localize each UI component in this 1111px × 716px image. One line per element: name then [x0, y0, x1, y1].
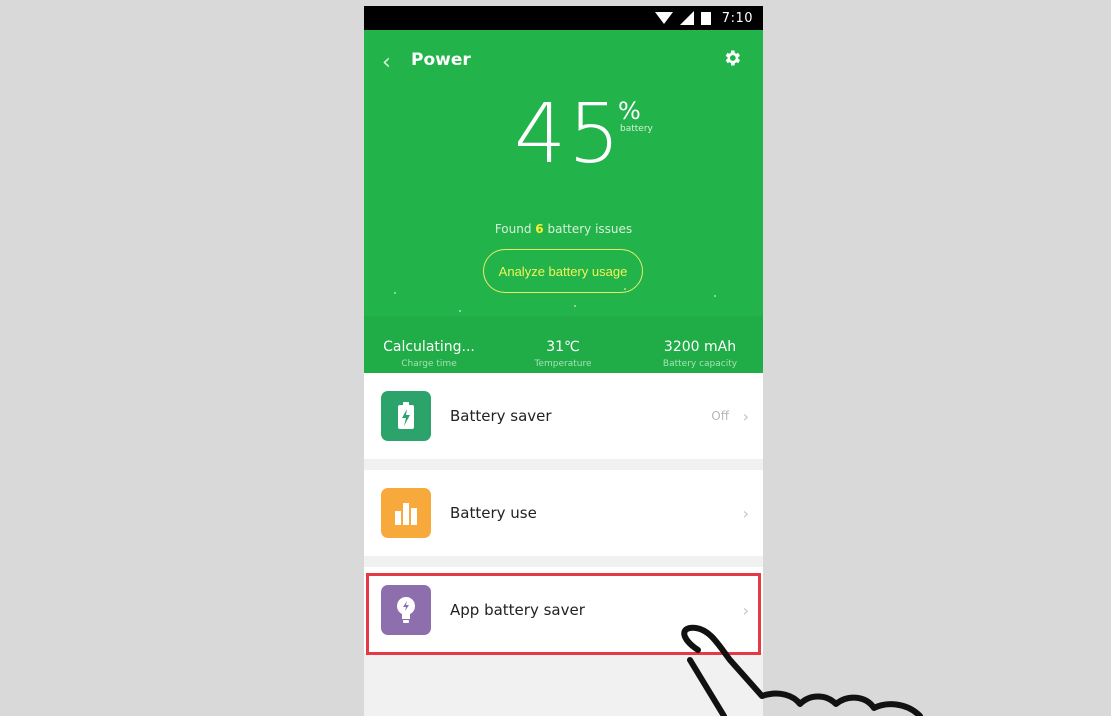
- status-bar: 7:10: [364, 6, 763, 30]
- chevron-right-icon: ›: [742, 503, 749, 523]
- battery-icon: [700, 11, 711, 25]
- percent-sign: %: [618, 97, 641, 125]
- stat-value: 31℃: [546, 339, 580, 355]
- battery-percent-value: 45: [514, 87, 623, 182]
- gear-icon[interactable]: [722, 48, 742, 68]
- stat-value: 3200 mAh: [663, 339, 737, 355]
- page: 7:10 ‹ Power 45 % battery Found 6 batter…: [0, 0, 1111, 716]
- battery-percent: 45 % battery: [514, 94, 664, 184]
- list-item-label: Battery use: [450, 504, 537, 522]
- decor-dot: [459, 310, 461, 312]
- stat-temperature: 31℃ Temperature: [493, 339, 633, 369]
- bar-chart-icon: [381, 488, 431, 538]
- stat-label: Battery capacity: [662, 359, 738, 369]
- issues-prefix: Found: [494, 222, 536, 236]
- decor-dot: [574, 305, 576, 307]
- chevron-left-icon[interactable]: ‹: [382, 50, 391, 75]
- list-item-battery-saver[interactable]: Battery saver Off ›: [364, 373, 763, 459]
- battery-issues-text: Found 6 battery issues: [364, 222, 763, 236]
- battery-bolt-icon: [381, 391, 431, 441]
- chevron-right-icon: ›: [742, 600, 749, 620]
- chevron-right-icon: ›: [742, 406, 749, 426]
- stat-charge-time: Calculating... Charge time: [364, 339, 499, 369]
- issues-count: 6: [535, 222, 544, 236]
- stat-battery-capacity: 3200 mAh Battery capacity: [630, 339, 763, 369]
- list-item-value: Off: [711, 409, 729, 423]
- wifi-icon: [654, 12, 673, 24]
- lightbulb-icon: [381, 585, 431, 635]
- list-item-battery-use[interactable]: Battery use ›: [364, 470, 763, 556]
- list-item-label: Battery saver: [450, 407, 552, 425]
- page-title: Power: [411, 50, 471, 70]
- signal-icon: [679, 11, 694, 25]
- battery-stats: Calculating... Charge time 31℃ Temperatu…: [364, 316, 763, 373]
- issues-suffix: battery issues: [543, 222, 633, 236]
- battery-hero: ‹ Power 45 % battery Found 6 battery iss…: [364, 30, 763, 373]
- list-item-label: App battery saver: [450, 601, 585, 619]
- stat-label: Charge time: [401, 359, 457, 369]
- decor-dot: [394, 292, 396, 294]
- percent-label: battery: [620, 124, 653, 134]
- analyze-battery-usage-button[interactable]: Analyze battery usage: [483, 249, 643, 293]
- pointing-hand-icon: [681, 624, 923, 716]
- decor-dot: [714, 295, 716, 297]
- stat-label: Temperature: [534, 359, 592, 369]
- stat-value: Calculating...: [383, 339, 475, 355]
- status-time: 7:10: [721, 10, 753, 26]
- phone-screen: 7:10 ‹ Power 45 % battery Found 6 batter…: [364, 6, 763, 716]
